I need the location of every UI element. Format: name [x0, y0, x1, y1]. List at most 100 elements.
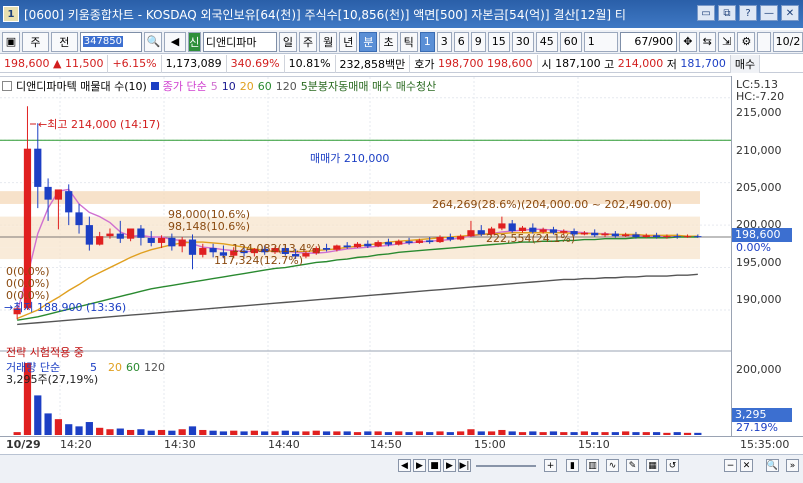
candle-body — [694, 236, 702, 238]
minus-icon[interactable]: − — [724, 459, 737, 472]
zoom-slider[interactable] — [476, 465, 536, 467]
volume-bar — [126, 429, 135, 435]
scroll-right-icon[interactable]: ▶ — [413, 459, 426, 472]
period-month[interactable]: 월 — [319, 31, 338, 52]
candle-body — [498, 223, 506, 229]
tick-215000: 215,000 — [736, 106, 782, 119]
play-icon[interactable]: ▶ — [443, 459, 456, 472]
current-vol-pct: 27.19% — [736, 421, 778, 434]
restore-icon[interactable]: ▭ — [697, 5, 715, 21]
candle-body — [96, 236, 104, 245]
period-tick[interactable]: 틱 — [399, 31, 418, 52]
volume-bar — [54, 419, 63, 435]
time-1420: 14:20 — [60, 438, 92, 451]
interval-30[interactable]: 30 — [511, 31, 534, 52]
period-day[interactable]: 일 — [278, 31, 297, 52]
volume-bar — [436, 431, 444, 435]
reset-icon[interactable]: ↺ — [666, 459, 679, 472]
volume-bar — [446, 432, 454, 435]
volume-bar — [302, 431, 310, 435]
line-icon[interactable]: ∿ — [606, 459, 619, 472]
speaker-icon[interactable]: ◀ — [164, 31, 186, 52]
volume-bar — [219, 431, 228, 435]
help-icon[interactable]: ? — [739, 5, 757, 21]
ask-value: 198,600 — [487, 57, 533, 70]
candle-body — [642, 235, 650, 237]
interval-9[interactable]: 9 — [470, 31, 486, 52]
volume-legend-120: 120 — [144, 361, 165, 374]
volume-bar — [353, 432, 362, 435]
volume-bar — [44, 413, 52, 435]
date-label: 10/29 — [6, 438, 41, 451]
period-week[interactable]: 주 — [298, 31, 318, 52]
turnover-rate: 10.81% — [285, 54, 336, 73]
grid-icon[interactable]: ▦ — [646, 459, 659, 472]
volume-bar — [199, 429, 207, 435]
interval-45[interactable]: 45 — [535, 31, 558, 52]
draw-icon[interactable]: ✎ — [626, 459, 639, 472]
export-icon[interactable]: ⇲ — [718, 31, 736, 52]
time-1450: 14:50 — [370, 438, 402, 451]
buy-button[interactable]: 매수 — [730, 54, 761, 73]
close-chart-icon[interactable]: ✕ — [740, 459, 753, 472]
candle-body — [353, 243, 362, 248]
candle-body — [405, 241, 413, 243]
crosshair-icon[interactable]: ✥ — [679, 31, 697, 52]
paging-field[interactable]: 67/900 — [620, 31, 678, 52]
interval-3[interactable]: 3 — [436, 31, 452, 52]
stock-name-field[interactable]: 디앤디파마 — [202, 31, 277, 52]
volume-bar — [415, 431, 423, 435]
zoom-icon[interactable]: 🔍 — [766, 459, 779, 472]
interval-1[interactable]: 1 — [419, 31, 435, 52]
interval-select[interactable]: 1 — [583, 31, 619, 52]
bid-value: 198,700 — [438, 57, 484, 70]
high-label: 고 — [604, 57, 615, 71]
candle-body — [85, 225, 93, 245]
price-axis: LC:5.13 HC:-7.20 215,000 210,000 205,000… — [731, 76, 803, 436]
stop-icon[interactable]: ■ — [428, 459, 441, 472]
scroll-left-icon[interactable]: ◀ — [398, 459, 411, 472]
window-number-icon[interactable]: 1 — [3, 6, 19, 22]
candle-body — [75, 212, 83, 226]
interval-6[interactable]: 6 — [453, 31, 469, 52]
candle-body — [199, 248, 207, 255]
price-chart[interactable]: ←최고 214,000 (14:17) 매매가 210,000 264,269(28… — [0, 77, 731, 437]
end-icon[interactable]: ▶| — [458, 459, 471, 472]
candle-body — [663, 236, 671, 238]
settings-icon[interactable]: ⚙ — [737, 31, 756, 52]
interval-15[interactable]: 15 — [487, 31, 510, 52]
more-icon[interactable]: » — [786, 459, 799, 472]
period-second[interactable]: 초 — [379, 31, 398, 52]
prev-select[interactable]: 전 — [50, 31, 78, 52]
candle-body — [137, 228, 145, 238]
volume-bar — [508, 431, 516, 435]
volume-bar — [209, 430, 217, 435]
minimize-icon[interactable]: — — [760, 5, 778, 21]
stock-code-input[interactable]: 347850 — [79, 31, 143, 52]
bars-icon[interactable]: ▮ — [566, 459, 579, 472]
close-icon[interactable]: ✕ — [781, 5, 799, 21]
date-field[interactable]: 10/2 — [773, 31, 803, 52]
volume-bar — [642, 432, 650, 435]
link-icon[interactable]: ⧉ — [718, 5, 736, 21]
market-select[interactable]: 주 — [22, 31, 49, 52]
candle-body — [65, 191, 73, 213]
layout-icon[interactable]: ▣ — [2, 31, 20, 52]
volume-bar — [374, 431, 382, 435]
zoom-in-icon[interactable]: + — [544, 459, 557, 472]
tick-195000: 195,000 — [736, 256, 782, 269]
candle-icon[interactable]: ▥ — [586, 459, 599, 472]
volume-bar — [188, 426, 197, 435]
compare-icon[interactable]: ⇆ — [698, 31, 717, 52]
period-year[interactable]: 년 — [339, 31, 358, 52]
candle-body — [591, 232, 599, 236]
legend-ma-label: 종가 단순 — [162, 80, 207, 93]
volume-bar — [230, 430, 238, 435]
legend-ma-20: 20 — [239, 79, 254, 93]
interval-60[interactable]: 60 — [559, 31, 582, 52]
search-icon[interactable]: 🔍 — [144, 31, 163, 52]
date-checkbox[interactable] — [757, 31, 772, 52]
chart-area[interactable]: ←최고 214,000 (14:17) 매매가 210,000 264,269(28… — [0, 76, 803, 436]
period-minute[interactable]: 분 — [359, 31, 378, 52]
window-title: [0600] 키움종합차트 - KOSDAQ 외국인보유[64(천)] 주식수[… — [24, 7, 626, 22]
